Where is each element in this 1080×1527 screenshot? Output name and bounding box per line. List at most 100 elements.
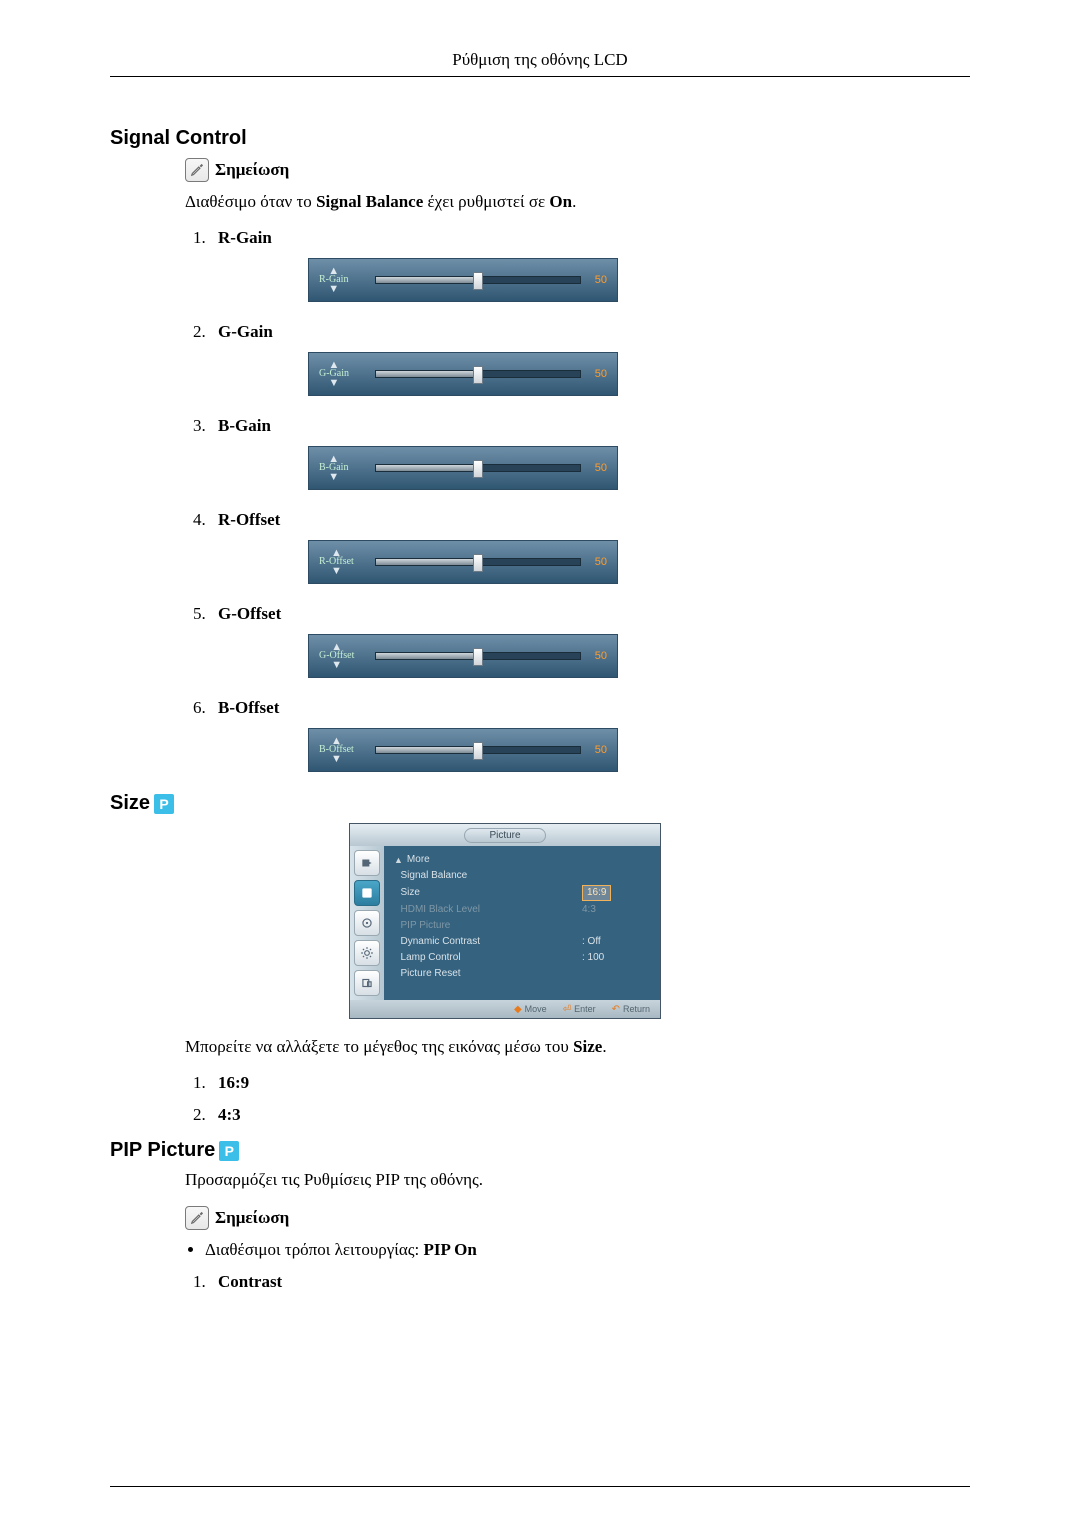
slider-value: 50 — [589, 556, 607, 568]
pencil-note-icon — [185, 1206, 209, 1230]
list-item-label: R-Gain — [218, 228, 272, 247]
slider-nav-arrows[interactable]: ▲R-Gain▼ — [319, 267, 348, 293]
mode-p-icon: P — [219, 1141, 239, 1161]
osd-menu-item[interactable]: Signal Balance — [394, 868, 652, 884]
slider-track[interactable] — [375, 464, 581, 472]
osd-menu-item[interactable]: Lamp Control: 100 — [394, 950, 652, 966]
size-option: 4:3 — [210, 1105, 970, 1125]
osd-menu-list: ▲More Signal Balance Size16:9 HDMI Black… — [384, 846, 660, 1000]
pip-mode-item: Διαθέσιμοι τρόποι λειτουργίας: PIP On — [205, 1240, 970, 1260]
slider-thumb[interactable] — [473, 272, 483, 290]
osd-slider-panel: ▲B-Offset▼ 50 — [308, 728, 618, 772]
slider-nav-arrows[interactable]: ▲G-Offset▼ — [319, 643, 354, 669]
osd-tab-picture[interactable]: Picture — [464, 828, 545, 843]
pip-modes-bullets: Διαθέσιμοι τρόποι λειτουργίας: PIP On — [185, 1240, 970, 1260]
osd-icon-picture[interactable] — [354, 880, 380, 906]
osd-item-label: Signal Balance — [401, 869, 582, 883]
heading-pip-picture: PIP PictureP — [110, 1139, 970, 1162]
list-item-label: G-Offset — [218, 604, 281, 623]
heading-signal-control: Signal Control — [110, 127, 970, 150]
osd-icon-input[interactable] — [354, 850, 380, 876]
osd-menu-item: PIP Picture — [394, 918, 652, 934]
osd-left-icons — [350, 846, 384, 1000]
slider-value: 50 — [589, 650, 607, 662]
note-label: Σημείωση — [215, 160, 289, 180]
osd-selected-value[interactable]: 16:9 — [582, 885, 611, 901]
pip-items-list: Contrast — [185, 1272, 970, 1292]
slider-value: 50 — [589, 744, 607, 756]
signal-control-item: G-Gain ▲G-Gain▼ 50 — [210, 322, 970, 396]
slider-thumb[interactable] — [473, 366, 483, 384]
slider-thumb[interactable] — [473, 742, 483, 760]
note-row-signal: Σημείωση — [185, 158, 970, 182]
osd-slider-panel: ▲R-Gain▼ 50 — [308, 258, 618, 302]
osd-menu-item: HDMI Black Level4:3 — [394, 902, 652, 918]
slider-track[interactable] — [375, 558, 581, 566]
list-item-label: B-Offset — [218, 698, 279, 717]
slider-value: 50 — [589, 368, 607, 380]
osd-item-label: More — [407, 853, 582, 867]
signal-control-item: R-Gain ▲R-Gain▼ 50 — [210, 228, 970, 302]
osd-item-label: PIP Picture — [401, 919, 582, 933]
osd-item-label: HDMI Black Level — [401, 903, 582, 917]
osd-icon-multi[interactable] — [354, 970, 380, 996]
osd-value: : 100 — [582, 951, 652, 965]
footer-rule — [110, 1486, 970, 1487]
osd-value: 4:3 — [582, 903, 652, 917]
list-item-label: R-Offset — [218, 510, 280, 529]
osd-footer: ◆Move ⏎Enter ↶Return — [350, 1000, 660, 1018]
osd-value: : Off — [582, 935, 652, 949]
osd-footer-move: ◆Move — [514, 1004, 547, 1015]
signal-control-list: R-Gain ▲R-Gain▼ 50 G-Gain ▲G-Gain▼ 50 B-Gain ▲B… — [185, 228, 970, 772]
pencil-note-icon — [185, 158, 209, 182]
slider-value: 50 — [589, 274, 607, 286]
slider-value: 50 — [589, 462, 607, 474]
signal-control-item: G-Offset ▲G-Offset▼ 50 — [210, 604, 970, 678]
osd-slider-panel: ▲G-Offset▼ 50 — [308, 634, 618, 678]
availability-text: Διαθέσιμο όταν το Signal Balance έχει ρυ… — [185, 192, 970, 212]
osd-item-label: Size — [401, 886, 582, 900]
osd-slider-panel: ▲B-Gain▼ 50 — [308, 446, 618, 490]
slider-track[interactable] — [375, 276, 581, 284]
size-option: 16:9 — [210, 1073, 970, 1093]
mode-p-icon: P — [154, 794, 174, 814]
osd-slider-panel: ▲G-Gain▼ 50 — [308, 352, 618, 396]
slider-thumb[interactable] — [473, 648, 483, 666]
page-header: Ρύθμιση της οθόνης LCD — [110, 50, 970, 70]
osd-icon-setup[interactable] — [354, 940, 380, 966]
osd-item-label: Dynamic Contrast — [401, 935, 582, 949]
osd-footer-enter: ⏎Enter — [563, 1004, 596, 1015]
pip-desc: Προσαρμόζει τις Ρυθμίσεις PIP της οθόνης… — [185, 1170, 970, 1190]
heading-size: SizeP — [110, 792, 970, 815]
slider-nav-arrows[interactable]: ▲R-Offset▼ — [319, 549, 354, 575]
slider-track[interactable] — [375, 746, 581, 754]
osd-slider-panel: ▲R-Offset▼ 50 — [308, 540, 618, 584]
osd-top-bar: Picture — [350, 824, 660, 846]
note-row-pip: Σημείωση — [185, 1206, 970, 1230]
list-item-label: B-Gain — [218, 416, 271, 435]
list-item-label: G-Gain — [218, 322, 273, 341]
osd-menu-item[interactable]: Dynamic Contrast: Off — [394, 934, 652, 950]
slider-nav-arrows[interactable]: ▲G-Gain▼ — [319, 361, 349, 387]
osd-menu-item[interactable]: ▲More — [394, 852, 652, 868]
osd-footer-return: ↶Return — [612, 1004, 650, 1015]
slider-track[interactable] — [375, 652, 581, 660]
osd-menu-item[interactable]: Picture Reset — [394, 966, 652, 982]
slider-thumb[interactable] — [473, 460, 483, 478]
osd-panel-picture: Picture ▲More Signal Balance Size16:9 HD… — [349, 823, 661, 1019]
osd-menu-item[interactable]: Size16:9 — [394, 884, 652, 902]
size-options-list: 16:9 4:3 — [185, 1073, 970, 1125]
pip-item: Contrast — [210, 1272, 970, 1292]
signal-control-item: B-Offset ▲B-Offset▼ 50 — [210, 698, 970, 772]
slider-track[interactable] — [375, 370, 581, 378]
slider-nav-arrows[interactable]: ▲B-Offset▼ — [319, 737, 354, 763]
note-label: Σημείωση — [215, 1208, 289, 1228]
signal-control-item: B-Gain ▲B-Gain▼ 50 — [210, 416, 970, 490]
osd-item-label: Lamp Control — [401, 951, 582, 965]
slider-thumb[interactable] — [473, 554, 483, 572]
signal-control-item: R-Offset ▲R-Offset▼ 50 — [210, 510, 970, 584]
slider-nav-arrows[interactable]: ▲B-Gain▼ — [319, 455, 348, 481]
osd-icon-sound[interactable] — [354, 910, 380, 936]
osd-item-label: Picture Reset — [401, 967, 582, 981]
size-desc: Μπορείτε να αλλάξετε το μέγεθος της εικό… — [185, 1037, 970, 1057]
